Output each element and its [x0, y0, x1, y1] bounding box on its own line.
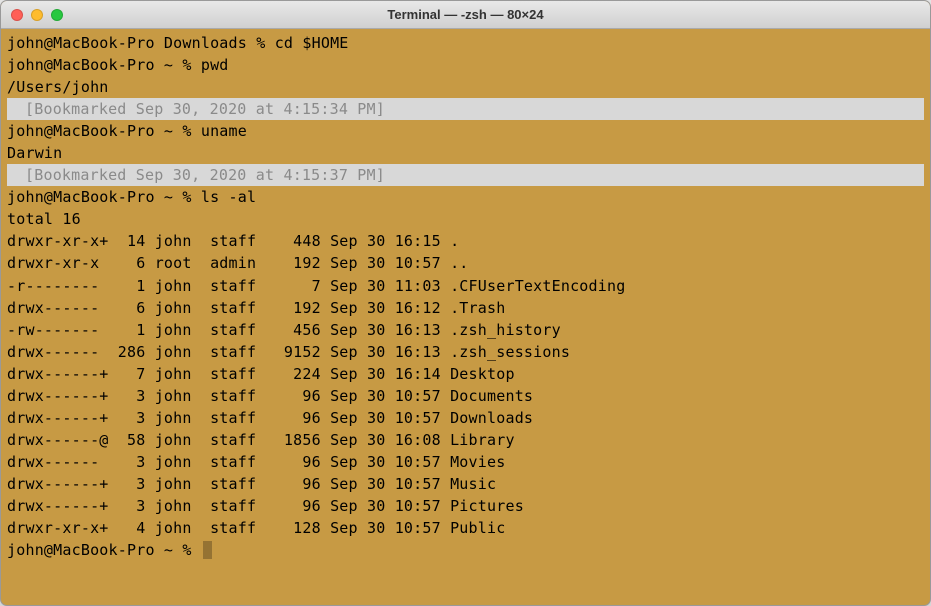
- output-line: drwxr-xr-x+ 4 john staff 128 Sep 30 10:5…: [7, 517, 924, 539]
- output-line: drwx------+ 3 john staff 96 Sep 30 10:57…: [7, 473, 924, 495]
- output-line: drwx------ 286 john staff 9152 Sep 30 16…: [7, 341, 924, 363]
- output-line: -rw------- 1 john staff 456 Sep 30 16:13…: [7, 319, 924, 341]
- traffic-lights: [11, 9, 63, 21]
- output-line: drwx------+ 7 john staff 224 Sep 30 16:1…: [7, 363, 924, 385]
- bookmark-line: [Bookmarked Sep 30, 2020 at 4:15:34 PM]: [7, 98, 924, 120]
- output-line: john@MacBook-Pro Downloads % cd $HOME: [7, 32, 924, 54]
- prompt-line: john@MacBook-Pro ~ %: [7, 539, 924, 561]
- output-line: drwxr-xr-x+ 14 john staff 448 Sep 30 16:…: [7, 230, 924, 252]
- output-line: drwx------ 6 john staff 192 Sep 30 16:12…: [7, 297, 924, 319]
- terminal-window: Terminal — -zsh — 80×24 john@MacBook-Pro…: [0, 0, 931, 606]
- minimize-button[interactable]: [31, 9, 43, 21]
- bookmark-line: [Bookmarked Sep 30, 2020 at 4:15:37 PM]: [7, 164, 924, 186]
- output-line: total 16: [7, 208, 924, 230]
- output-line: john@MacBook-Pro ~ % uname: [7, 120, 924, 142]
- output-line: drwx------ 3 john staff 96 Sep 30 10:57 …: [7, 451, 924, 473]
- titlebar: Terminal — -zsh — 80×24: [1, 1, 930, 29]
- output-line: drwx------@ 58 john staff 1856 Sep 30 16…: [7, 429, 924, 451]
- output-line: drwx------+ 3 john staff 96 Sep 30 10:57…: [7, 495, 924, 517]
- output-line: Darwin: [7, 142, 924, 164]
- close-button[interactable]: [11, 9, 23, 21]
- cursor: [203, 541, 212, 559]
- output-line: drwx------+ 3 john staff 96 Sep 30 10:57…: [7, 385, 924, 407]
- output-line: -r-------- 1 john staff 7 Sep 30 11:03 .…: [7, 275, 924, 297]
- terminal-content[interactable]: john@MacBook-Pro Downloads % cd $HOMEjoh…: [1, 29, 930, 564]
- output-line: john@MacBook-Pro ~ % ls -al: [7, 186, 924, 208]
- output-line: drwxr-xr-x 6 root admin 192 Sep 30 10:57…: [7, 252, 924, 274]
- maximize-button[interactable]: [51, 9, 63, 21]
- window-title: Terminal — -zsh — 80×24: [1, 7, 930, 22]
- output-line: john@MacBook-Pro ~ % pwd: [7, 54, 924, 76]
- output-line: /Users/john: [7, 76, 924, 98]
- output-line: drwx------+ 3 john staff 96 Sep 30 10:57…: [7, 407, 924, 429]
